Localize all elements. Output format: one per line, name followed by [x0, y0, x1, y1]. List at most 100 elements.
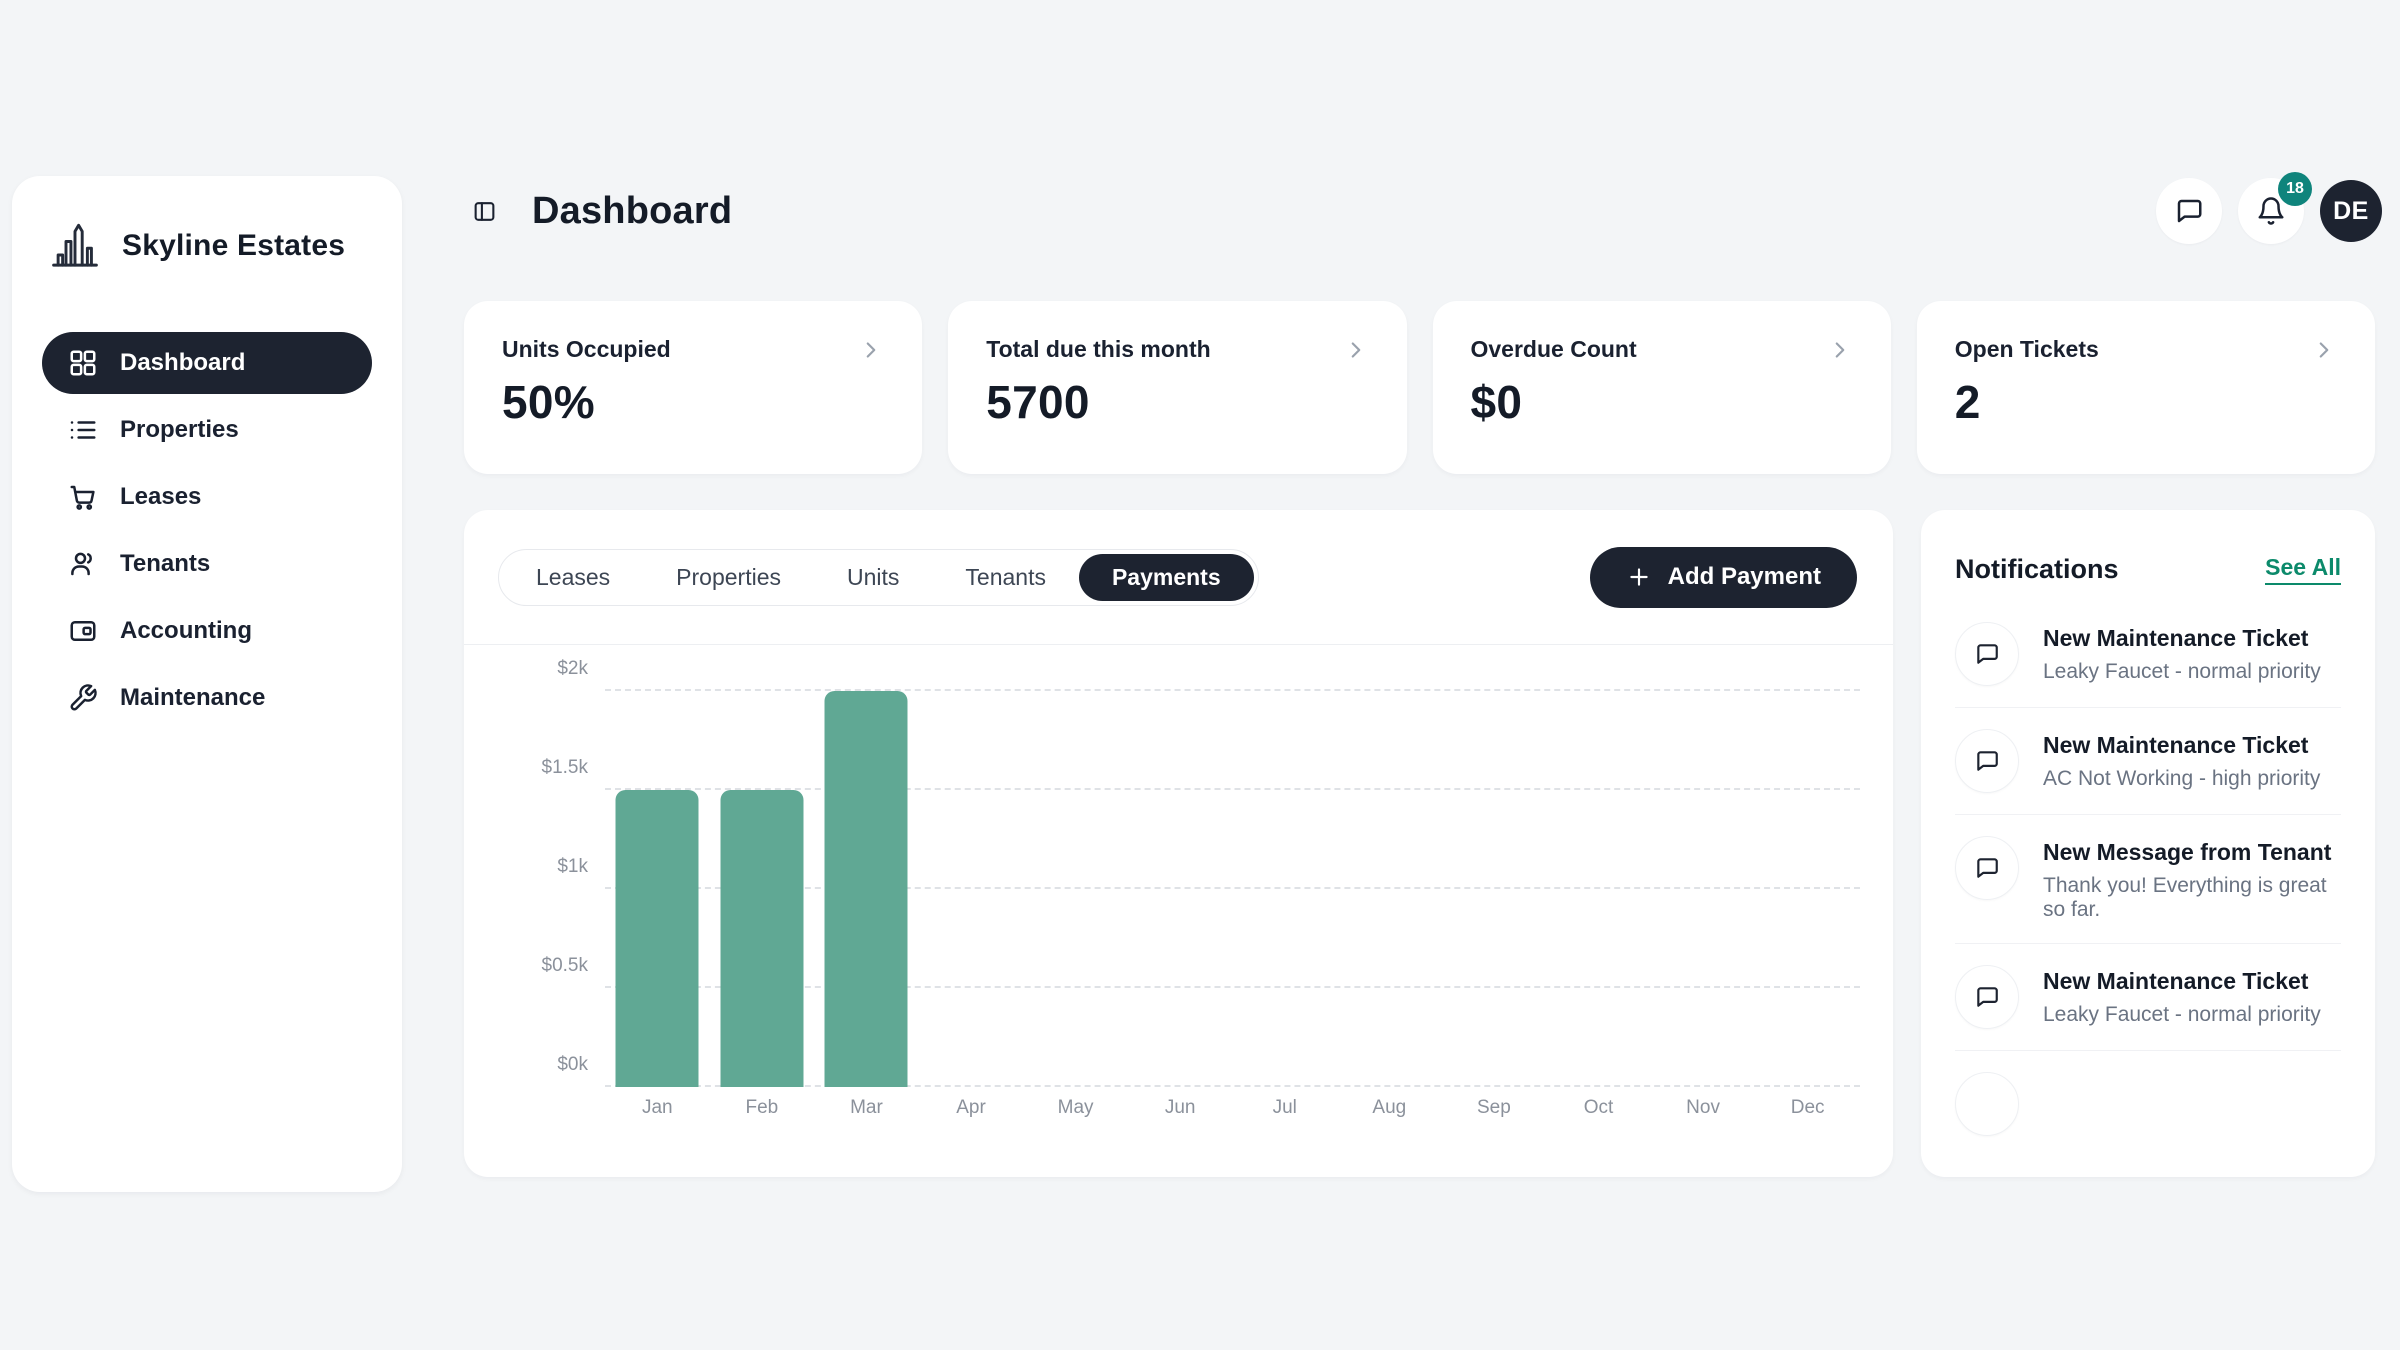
tab-leases[interactable]: Leases [503, 554, 643, 601]
stat-card-top: Open Tickets [1955, 336, 2337, 363]
tab-tenants[interactable]: Tenants [932, 554, 1079, 601]
tab-units[interactable]: Units [814, 554, 932, 601]
stat-card-units-occupied[interactable]: Units Occupied50% [464, 301, 922, 474]
chart-bar-slot-jan [605, 691, 710, 1087]
stat-label: Open Tickets [1955, 336, 2099, 363]
chart-area: $0k$0.5k$1k$1.5k$2k JanFebMarAprMayJunJu… [464, 645, 1893, 1176]
chart-bar-slot-apr [919, 691, 1024, 1087]
sidebar-item-label: Maintenance [120, 684, 265, 712]
stat-card-top: Total due this month [986, 336, 1368, 363]
chart-x-tick-label: Jun [1128, 1097, 1233, 1119]
notifications-header: Notifications See All [1955, 510, 2341, 601]
sidebar: Skyline Estates Dashboard Properties Lease… [12, 176, 402, 1192]
chart-x-tick-label: Sep [1442, 1097, 1547, 1119]
main-panel: LeasesPropertiesUnitsTenantsPayments Add… [464, 510, 1893, 1177]
stat-card-open-tickets[interactable]: Open Tickets2 [1917, 301, 2375, 474]
sidebar-toggle-button[interactable] [464, 191, 504, 231]
notification-text: New Message from Tenant Thank you! Everyt… [2043, 836, 2341, 922]
sidebar-item-tenants[interactable]: Tenants [42, 533, 372, 595]
notification-text: New Maintenance TicketLeaky Faucet - nor… [2043, 965, 2321, 1027]
chart-bar-slot-jul [1232, 691, 1337, 1087]
chart-x-tick-label: Feb [710, 1097, 815, 1119]
chart-bars [605, 691, 1860, 1087]
chevron-right-icon [1827, 337, 1853, 363]
sidebar-item-leases[interactable]: Leases [42, 466, 372, 528]
notification-icon-circle [1955, 622, 2019, 686]
notification-title: New Message from Tenant [2043, 836, 2341, 866]
sidebar-nav: Dashboard Properties Leases Tenants Accounti… [42, 332, 372, 729]
chart-bar-mar [825, 691, 908, 1087]
stat-value: 5700 [986, 375, 1368, 429]
notification-title: New Maintenance Ticket [2043, 729, 2320, 759]
chat-bubble-icon [2174, 196, 2204, 226]
notifications-title: Notifications [1955, 554, 2119, 585]
header-actions: 18 DE [2156, 178, 2382, 244]
messages-button[interactable] [2156, 178, 2222, 244]
chart-x-tick-label: Jan [605, 1097, 710, 1119]
add-payment-label: Add Payment [1668, 563, 1821, 591]
chart-bar-slot-oct [1546, 691, 1651, 1087]
notification-item[interactable]: New Maintenance TicketAC Not Working - h… [1955, 708, 2341, 815]
sidebar-item-maintenance[interactable]: Maintenance [42, 667, 372, 729]
notifications-button[interactable]: 18 [2238, 178, 2304, 244]
sidebar-item-label: Tenants [120, 550, 210, 578]
stat-card-top: Overdue Count [1471, 336, 1853, 363]
notification-subtitle: Thank you! Everything is great so far. [2043, 874, 2341, 922]
stat-card-total-due-this-month[interactable]: Total due this month 5700 [948, 301, 1406, 474]
notification-item[interactable]: New Maintenance TicketLeaky Faucet - nor… [1955, 944, 2341, 1051]
brand-name: Skyline Estates [122, 229, 345, 263]
chevron-right-icon [858, 337, 884, 363]
chart-bar-slot-mar [814, 691, 919, 1087]
tab-payments[interactable]: Payments [1079, 554, 1254, 601]
sidebar-item-dashboard[interactable]: Dashboard [42, 332, 372, 394]
chat-bubble-icon [1974, 641, 2000, 667]
stat-label: Total due this month [986, 336, 1210, 363]
page-title: Dashboard [532, 190, 732, 233]
chart-y-tick-label: $0k [478, 1054, 588, 1076]
chart-bar-jan [616, 790, 699, 1087]
notification-item[interactable]: New Maintenance TicketLeaky Faucet - nor… [1955, 601, 2341, 708]
dashboard-page: { "brand": { "name": "Skyline Estates" }… [0, 0, 2400, 1350]
stat-value: $0 [1471, 375, 1853, 429]
chat-bubble-icon [1974, 748, 2000, 774]
stat-card-overdue-count[interactable]: Overdue Count $0 [1433, 301, 1891, 474]
notification-icon-circle [1955, 729, 2019, 793]
notification-text: New Maintenance TicketLeaky Faucet - nor… [2043, 622, 2321, 684]
sidebar-item-label: Properties [120, 416, 239, 444]
payments-bar-chart: $0k$0.5k$1k$1.5k$2k [605, 691, 1860, 1087]
notification-icon-circle [1955, 965, 2019, 1029]
page-header: Dashboard 18 DE [464, 176, 2382, 246]
wrench-icon [68, 683, 98, 713]
brand-header: Skyline Estates [42, 210, 372, 282]
chart-bar-slot-jun [1128, 691, 1233, 1087]
panel-left-icon [472, 199, 497, 224]
chart-bar-slot-nov [1651, 691, 1756, 1087]
chart-x-tick-label: Dec [1755, 1097, 1860, 1119]
cart-icon [68, 482, 98, 512]
chart-x-axis-labels: JanFebMarAprMayJunJulAugSepOctNovDec [605, 1097, 1860, 1119]
sidebar-item-label: Dashboard [120, 349, 245, 377]
chart-y-tick-label: $2k [478, 658, 588, 680]
see-all-link[interactable]: See All [2265, 554, 2341, 585]
chart-y-tick-label: $0.5k [478, 955, 588, 977]
chevron-right-icon [1343, 337, 1369, 363]
notification-item[interactable]: New Message from Tenant Thank you! Everyt… [1955, 815, 2341, 944]
add-payment-button[interactable]: Add Payment [1590, 547, 1857, 608]
notifications-list: New Maintenance TicketLeaky Faucet - nor… [1955, 601, 2341, 1157]
chart-bar-slot-may [1023, 691, 1128, 1087]
sidebar-item-accounting[interactable]: Accounting [42, 600, 372, 662]
notification-title: New Maintenance Ticket [2043, 622, 2321, 652]
plus-icon [1626, 564, 1652, 590]
user-avatar[interactable]: DE [2320, 180, 2382, 242]
sidebar-item-properties[interactable]: Properties [42, 399, 372, 461]
stat-card-top: Units Occupied [502, 336, 884, 363]
chart-x-tick-label: Nov [1651, 1097, 1756, 1119]
stat-label: Overdue Count [1471, 336, 1637, 363]
list-icon [68, 415, 98, 445]
stat-label: Units Occupied [502, 336, 671, 363]
notification-item-partial [1955, 1051, 2341, 1157]
chart-x-tick-label: May [1023, 1097, 1128, 1119]
chart-bar-slot-aug [1337, 691, 1442, 1087]
notification-icon-circle [1955, 1072, 2019, 1136]
tab-properties[interactable]: Properties [643, 554, 814, 601]
